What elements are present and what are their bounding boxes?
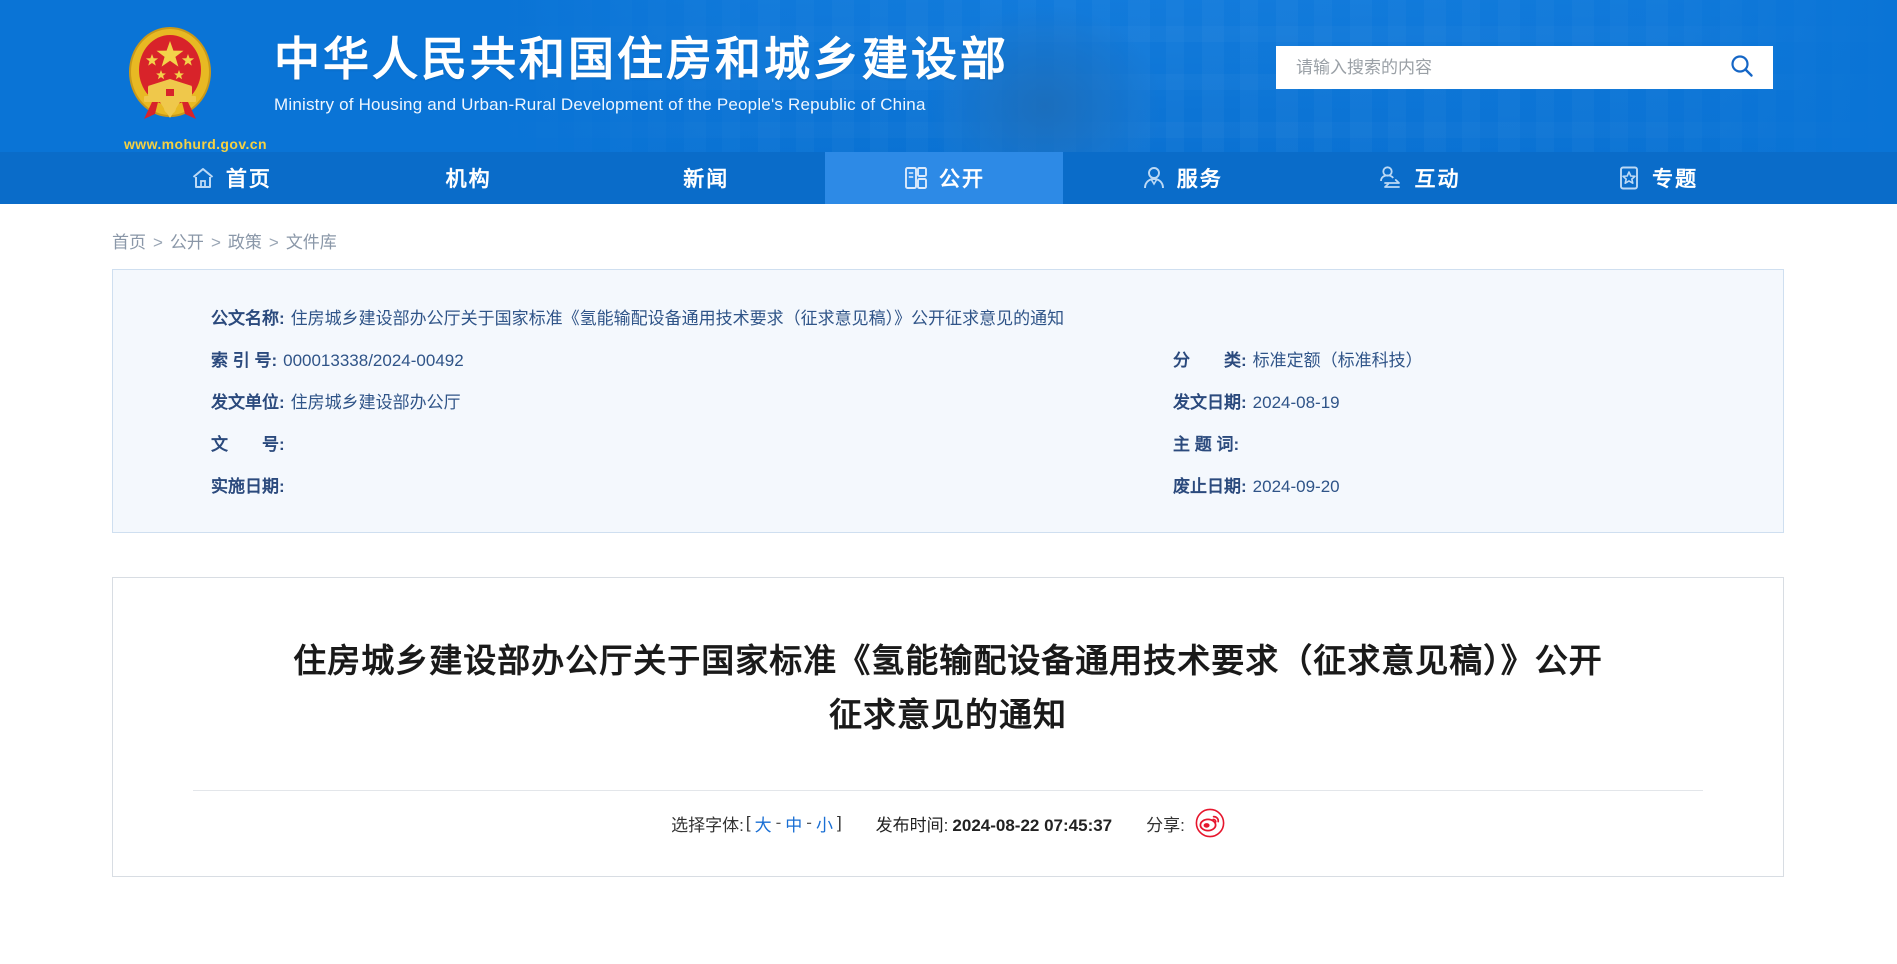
meta-key-subject-term: 主 题 词: [1173, 435, 1240, 454]
meta-key-effective-date: 实施日期: [211, 477, 285, 496]
publish-time-value: 2024-08-22 07:45:37 [952, 815, 1113, 835]
font-size-label: 选择字体: [671, 815, 744, 835]
service-icon [1141, 165, 1167, 191]
font-size-large-button[interactable]: 大 [753, 811, 774, 836]
breadcrumb-item-document-library[interactable]: 文件库 [286, 233, 337, 252]
meta-row-doc-name: 公文名称: 住房城乡建设部办公厅关于国家标准《氢能输配设备通用技术要求（征求意见… [113, 298, 1783, 340]
nav-label: 首页 [225, 168, 272, 191]
breadcrumb-separator: > [153, 233, 163, 252]
nav-item-disclosure[interactable]: 公开 [825, 152, 1063, 204]
meta-key-category: 分 类: [1173, 351, 1247, 370]
meta-key-index-number: 索 引 号: [211, 351, 278, 370]
breadcrumb-item-home[interactable]: 首页 [112, 233, 146, 252]
search-input[interactable] [1276, 46, 1711, 89]
nav-rail: 首页 机构 新闻 公开 服务 互动 专题 [112, 152, 1776, 204]
meta-key-abolition-date: 废止日期: [1173, 477, 1247, 496]
nav-item-topics[interactable]: 专题 [1538, 152, 1776, 204]
search-button[interactable] [1711, 46, 1773, 89]
breadcrumb-item-policy[interactable]: 政策 [228, 233, 262, 252]
breadcrumb-separator: > [210, 233, 221, 252]
meta-row-document-number: 文 号: 主 题 词: [113, 424, 1783, 466]
search-box[interactable] [1276, 46, 1773, 89]
document-icon [903, 165, 929, 191]
national-emblem-icon [122, 22, 218, 122]
nav-item-home[interactable]: 首页 [112, 152, 350, 204]
font-size-dash: - [806, 813, 812, 832]
meta-value-doc-name: 住房城乡建设部办公厅关于国家标准《氢能输配设备通用技术要求（征求意见稿）》公开征… [290, 309, 1065, 328]
site-header: 中华人民共和国住房和城乡建设部 Ministry of Housing and … [0, 0, 1897, 152]
nav-label: 互动 [1414, 168, 1461, 191]
publish-time: 发布时间: 2024-08-22 07:45:37 [876, 811, 1112, 836]
nav-label: 专题 [1652, 168, 1699, 191]
meta-key-document-number: 文 号: [211, 435, 285, 454]
nav-label: 服务 [1176, 168, 1223, 191]
breadcrumb-item-disclosure[interactable]: 公开 [170, 233, 204, 252]
document-metadata-card: 公文名称: 住房城乡建设部办公厅关于国家标准《氢能输配设备通用技术要求（征求意见… [112, 269, 1784, 533]
breadcrumb: 首页 > 公开 > 政策 > 文件库 [0, 204, 1897, 269]
meta-value-category: 标准定额（标准科技） [1252, 351, 1423, 370]
font-size-medium-button[interactable]: 中 [783, 811, 804, 836]
share-label: 分享: [1146, 815, 1185, 835]
font-size-small-button[interactable]: 小 [814, 811, 835, 836]
nav-label: 机构 [445, 168, 492, 191]
main-navigation: 首页 机构 新闻 公开 服务 互动 专题 [0, 152, 1897, 204]
meta-value-issue-date: 2024-08-19 [1252, 393, 1340, 412]
site-url: www.mohurd.gov.cn [124, 136, 267, 152]
bracket-close: ] [836, 813, 842, 832]
meta-key-issue-date: 发文日期: [1173, 393, 1247, 412]
publish-time-label: 发布时间: [875, 815, 949, 835]
share-section: 分享: [1146, 808, 1225, 838]
search-icon [1729, 53, 1755, 82]
site-title-en: Ministry of Housing and Urban-Rural Deve… [274, 95, 926, 114]
meta-value-index-number: 000013338/2024-00492 [283, 351, 464, 370]
font-size-dash: - [775, 813, 782, 832]
nav-label: 新闻 [683, 168, 730, 191]
meta-value-abolition-date: 2024-09-20 [1252, 477, 1340, 496]
article-toolbar: 选择字体: [ 大 - 中 - 小 ] 发布时间: 2024-08-22 07:4… [173, 791, 1723, 855]
nav-item-service[interactable]: 服务 [1063, 152, 1301, 204]
nav-item-organization[interactable]: 机构 [350, 152, 588, 204]
star-icon [1616, 165, 1642, 191]
article-card: 住房城乡建设部办公厅关于国家标准《氢能输配设备通用技术要求（征求意见稿）》公开征… [112, 577, 1784, 877]
meta-key-doc-name: 公文名称: [211, 309, 285, 328]
meta-value-issuing-unit: 住房城乡建设部办公厅 [290, 393, 461, 412]
site-brand: 中华人民共和国住房和城乡建设部 Ministry of Housing and … [274, 30, 1009, 118]
font-size-picker: 选择字体: [ 大 - 中 - 小 ] [671, 811, 842, 836]
meta-row-index: 索 引 号: 000013338/2024-00492 分 类: 标准定额（标准… [113, 340, 1783, 382]
page-title: 住房城乡建设部办公厅关于国家标准《氢能输配设备通用技术要求（征求意见稿）》公开征… [293, 642, 1603, 733]
breadcrumb-separator: > [268, 233, 279, 252]
nav-item-news[interactable]: 新闻 [587, 152, 825, 204]
meta-row-effective-date: 实施日期: 废止日期: 2024-09-20 [113, 466, 1783, 508]
nav-item-interaction[interactable]: 互动 [1301, 152, 1539, 204]
home-icon [190, 165, 216, 191]
header-inner: 中华人民共和国住房和城乡建设部 Ministry of Housing and … [0, 0, 1897, 152]
weibo-icon[interactable] [1195, 808, 1225, 838]
nav-label: 公开 [939, 168, 986, 191]
site-title-cn: 中华人民共和国住房和城乡建设部 [274, 33, 1009, 85]
meta-row-issuer: 发文单位: 住房城乡建设部办公厅 发文日期: 2024-08-19 [113, 382, 1783, 424]
meta-key-issuing-unit: 发文单位: [211, 393, 285, 412]
bracket-open: [ [745, 813, 751, 832]
interact-icon [1378, 165, 1404, 191]
